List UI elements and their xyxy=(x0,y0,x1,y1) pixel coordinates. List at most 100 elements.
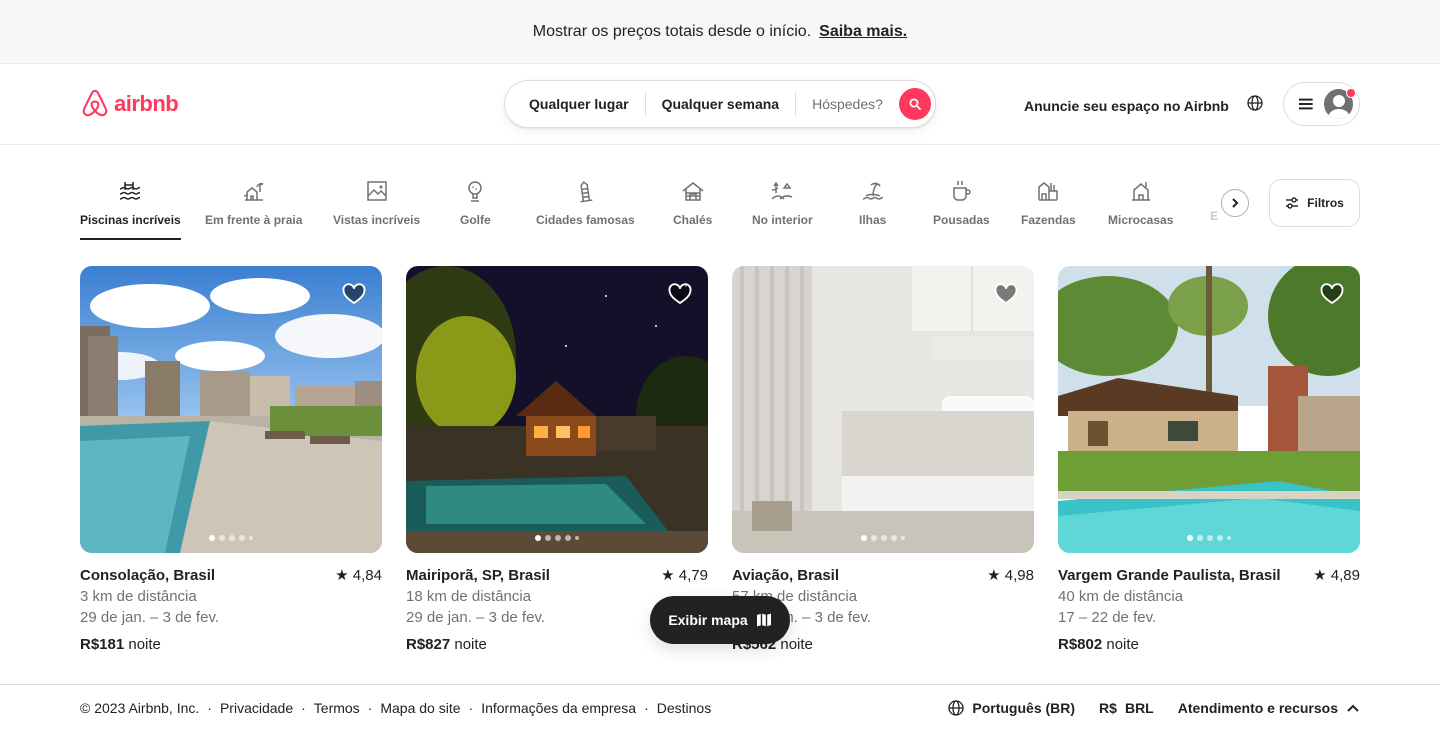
support-resources-button[interactable]: Atendimento e recursos xyxy=(1178,700,1360,716)
bedroom-photo xyxy=(732,266,1034,553)
golf-icon xyxy=(468,181,483,202)
search-button[interactable] xyxy=(898,88,931,120)
header: airbnb Qualquer lugar Qualquer semana Hó… xyxy=(0,64,1440,145)
user-menu-button[interactable] xyxy=(1283,82,1360,126)
listing-photo[interactable] xyxy=(1058,266,1360,553)
category-label: Piscinas incríveis xyxy=(80,213,181,227)
footer-separator: · xyxy=(207,700,212,716)
iconic-city-icon xyxy=(580,181,593,203)
countryside-icon xyxy=(771,181,793,200)
currency-selector[interactable]: R$ BRL xyxy=(1099,700,1154,716)
search-bar[interactable]: Qualquer lugar Qualquer semana Hóspedes? xyxy=(504,80,936,128)
airbnb-logo[interactable]: airbnb xyxy=(80,88,179,120)
island-icon xyxy=(862,182,883,200)
category-amazing-pools[interactable]: Piscinas incríveis xyxy=(80,177,181,240)
globe-icon xyxy=(1247,95,1263,111)
category-label: E xyxy=(1210,209,1219,223)
listing-card[interactable]: Mairiporã, SP, Brasil ★ 4,79 18 km de di… xyxy=(406,266,708,655)
banner-text: Mostrar os preços totais desde o início. xyxy=(532,22,812,40)
category-label: Chalés xyxy=(673,213,713,227)
footer-separator: · xyxy=(644,700,649,716)
listing-info: Vargem Grande Paulista, Brasil ★ 4,89 40… xyxy=(1058,565,1360,655)
listing-photo[interactable] xyxy=(406,266,708,553)
category-label: Microcasas xyxy=(1108,213,1174,227)
category-label: Fazendas xyxy=(1021,213,1076,227)
filters-button[interactable]: Filtros xyxy=(1269,179,1360,227)
listing-card[interactable]: Consolação, Brasil ★ 4,84 3 km de distân… xyxy=(80,266,382,655)
map-icon xyxy=(756,613,771,627)
footer-copyright: © 2023 Airbnb, Inc. xyxy=(80,700,200,716)
category-label: No interior xyxy=(752,213,813,227)
learn-more-link[interactable]: Saiba mais. xyxy=(819,23,907,41)
tiny-home-icon xyxy=(1131,182,1150,201)
logo-text: airbnb xyxy=(114,91,179,116)
footer-link-company-details[interactable]: Informações da empresa xyxy=(481,700,636,716)
listing-dates: 17 – 22 de fev. xyxy=(1058,609,1157,626)
become-host-link[interactable]: Anuncie seu espaço no Airbnb xyxy=(1012,92,1241,120)
airbnb-logo-icon xyxy=(82,89,108,117)
category-golf[interactable]: Golfe xyxy=(460,177,491,227)
category-label: Pousadas xyxy=(933,213,990,227)
category-partial[interactable]: E xyxy=(1210,209,1218,223)
currency-code: BRL xyxy=(1124,700,1154,716)
footer-link-privacy[interactable]: Privacidade xyxy=(220,700,293,716)
category-tiny-homes[interactable]: Microcasas xyxy=(1108,177,1173,227)
category-beachfront[interactable]: Em frente à praia xyxy=(205,177,302,227)
listing-card[interactable]: Vargem Grande Paulista, Brasil ★ 4,89 40… xyxy=(1058,266,1360,655)
heart-icon[interactable] xyxy=(1320,282,1344,306)
category-label: Vistas incríveis xyxy=(333,213,421,227)
price-display-banner: Mostrar os preços totais desde o início.… xyxy=(0,0,1440,64)
filter-sliders-icon xyxy=(1286,197,1299,209)
listing-photo[interactable] xyxy=(80,266,382,553)
footer-link-sitemap[interactable]: Mapa do site xyxy=(380,700,460,716)
night-house-pool-photo xyxy=(406,266,708,553)
listing-rating: ★ 4,89 xyxy=(1313,567,1360,584)
language-selector[interactable]: Português (BR) xyxy=(948,700,1075,716)
chevron-right-icon xyxy=(1232,198,1239,208)
listing-distance: 3 km de distância xyxy=(80,588,197,605)
category-label: Golfe xyxy=(460,213,491,227)
footer: © 2023 Airbnb, Inc. · Privacidade · Term… xyxy=(0,684,1440,732)
show-map-button[interactable]: Exibir mapa xyxy=(650,596,790,644)
notification-dot xyxy=(1346,88,1356,98)
heart-icon[interactable] xyxy=(342,282,366,306)
footer-link-destinations[interactable]: Destinos xyxy=(657,700,711,716)
globe-icon xyxy=(948,700,965,716)
country-house-pool-photo xyxy=(1058,266,1360,553)
search-dates[interactable]: Qualquer semana xyxy=(646,96,796,112)
photo-carousel-dots xyxy=(406,535,708,541)
category-cabins[interactable]: Chalés xyxy=(673,177,712,227)
beachfront-icon xyxy=(243,182,264,201)
filters-label: Filtros xyxy=(1307,196,1344,210)
category-islands[interactable]: Ilhas xyxy=(859,177,886,227)
heart-icon[interactable] xyxy=(994,282,1018,306)
category-farms[interactable]: Fazendas xyxy=(1021,177,1076,227)
listing-rating: ★ 4,84 xyxy=(335,567,382,584)
photo-carousel-dots xyxy=(80,535,382,541)
heart-icon[interactable] xyxy=(668,282,692,306)
chevron-up-icon xyxy=(1347,704,1359,712)
category-label: Em frente à praia xyxy=(205,213,303,227)
language-button[interactable] xyxy=(1242,90,1268,116)
search-icon xyxy=(909,98,921,110)
category-bed-and-breakfasts[interactable]: Pousadas xyxy=(933,177,990,227)
listing-card[interactable]: Aviação, Brasil ★ 4,98 57 km de distânci… xyxy=(732,266,1034,655)
listing-info: Consolação, Brasil ★ 4,84 3 km de distân… xyxy=(80,565,382,655)
listing-photo[interactable] xyxy=(732,266,1034,553)
search-location[interactable]: Qualquer lugar xyxy=(505,96,645,112)
category-next-button[interactable] xyxy=(1221,189,1249,217)
currency-symbol: R$ xyxy=(1099,700,1117,716)
listing-rating: ★ 4,79 xyxy=(661,567,708,584)
footer-link-terms[interactable]: Termos xyxy=(314,700,360,716)
category-iconic-cities[interactable]: Cidades famosas xyxy=(536,177,635,227)
category-label: Cidades famosas xyxy=(536,213,635,227)
views-icon xyxy=(366,181,387,201)
listing-dates: 29 de jan. – 3 de fev. xyxy=(80,609,219,626)
category-bar: Piscinas incríveis Em frente à praia Vis… xyxy=(0,145,1440,245)
search-guests[interactable]: Hóspedes? xyxy=(796,96,891,112)
footer-separator: · xyxy=(468,700,474,716)
category-amazing-views[interactable]: Vistas incríveis xyxy=(333,177,420,227)
listing-distance: 40 km de distância xyxy=(1058,588,1184,605)
footer-settings: Português (BR) R$ BRL Atendimento e recu… xyxy=(948,700,1360,716)
category-countryside[interactable]: No interior xyxy=(752,177,813,227)
